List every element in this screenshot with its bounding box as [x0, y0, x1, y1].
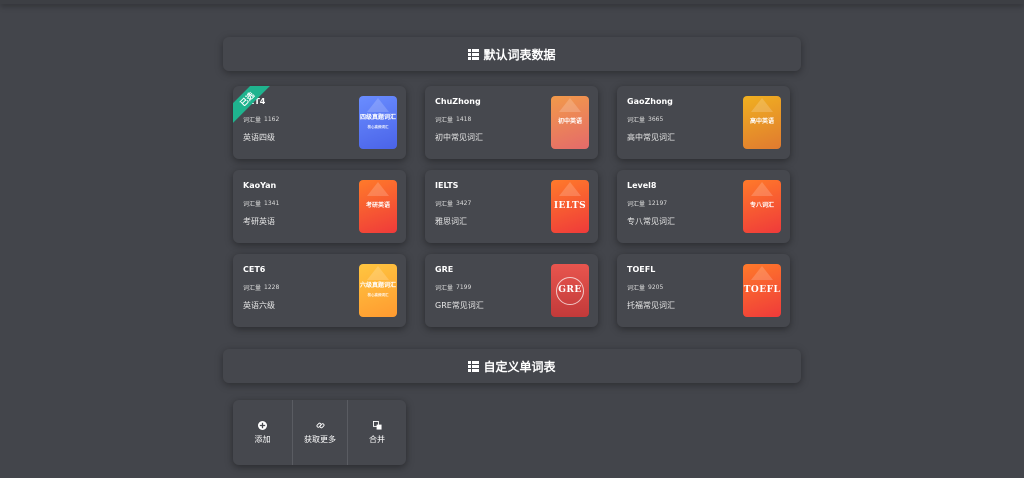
wordbook-count: 词汇量 1228 — [243, 283, 279, 292]
wordbook-cover: 四级真题词汇 核心高频词汇 — [359, 96, 397, 149]
merge-label: 合并 — [369, 434, 385, 444]
cover-ring: GRE — [556, 276, 584, 305]
count-value: 3427 — [456, 200, 472, 207]
cover-decoration — [751, 266, 773, 280]
cover-decoration — [559, 182, 581, 196]
cover-decoration — [751, 182, 773, 196]
wordbook-count: 词汇量 3665 — [627, 115, 663, 124]
wordbook-cover: 高中英语 — [743, 96, 781, 149]
merge-button[interactable]: 合并 — [347, 400, 406, 465]
wordbook-card-gaozhong[interactable]: GaoZhong 词汇量 3665 高中常见词汇 高中英语 — [617, 86, 790, 159]
cover-subtitle: 核心高频词汇 — [367, 124, 389, 129]
default-wordbooks-header: 默认词表数据 — [223, 37, 801, 71]
wordbook-cover: IELTS — [551, 180, 589, 233]
count-value: 1228 — [264, 284, 280, 291]
wordbook-description: 英语四级 — [243, 133, 275, 142]
wordbook-count: 词汇量 1341 — [243, 199, 279, 208]
count-value: 9205 — [648, 284, 664, 291]
wordbook-description: 高中常见词汇 — [627, 133, 675, 142]
wordbook-description: GRE常见词汇 — [435, 301, 484, 310]
cover-decoration — [367, 266, 389, 280]
count-label: 词汇量 — [435, 117, 454, 124]
cover-title: GRE — [558, 284, 582, 295]
wordbook-card-toefl[interactable]: TOEFL 词汇量 9205 托福常见词汇 TOEFL — [617, 254, 790, 327]
wordbook-name: KaoYan — [243, 181, 277, 190]
wordbook-name: GRE — [435, 265, 454, 274]
count-value: 3665 — [648, 116, 664, 123]
wordbook-card-kaoyan[interactable]: KaoYan 词汇量 1341 考研英语 考研英语 — [233, 170, 406, 243]
cover-title: 四级真题词汇 — [359, 114, 396, 122]
count-label: 词汇量 — [243, 201, 262, 208]
wordbook-card-level8[interactable]: Level8 词汇量 12197 专八常见词汇 专八词汇 — [617, 170, 790, 243]
wordbook-cover: TOEFL — [743, 264, 781, 317]
count-value: 1162 — [264, 116, 280, 123]
wordbook-count: 词汇量 1162 — [243, 115, 279, 124]
count-label: 词汇量 — [627, 117, 646, 124]
wordbook-description: 托福常见词汇 — [627, 301, 675, 310]
wordbook-description: 初中常见词汇 — [435, 133, 483, 142]
count-value: 1341 — [264, 200, 280, 207]
wordbook-name: Level8 — [627, 181, 657, 190]
get-more-label: 获取更多 — [304, 434, 336, 444]
wordbook-count: 词汇量 12197 — [627, 199, 667, 208]
cover-title: 考研英语 — [365, 202, 390, 210]
custom-actions-panel: 添加 获取更多 合并 — [233, 400, 406, 465]
cover-decoration — [559, 98, 581, 112]
grid-list-icon — [468, 360, 480, 372]
count-label: 词汇量 — [435, 201, 454, 208]
wordbook-name: TOEFL — [627, 265, 656, 274]
add-button[interactable]: 添加 — [233, 400, 292, 465]
wordbook-description: 雅思词汇 — [435, 217, 467, 226]
wordbook-cover: 六级真题词汇 核心高频词汇 — [359, 264, 397, 317]
cover-decoration — [367, 98, 389, 112]
link-icon — [316, 422, 324, 428]
wordbook-count: 词汇量 7199 — [435, 283, 471, 292]
count-value: 1418 — [456, 116, 472, 123]
wordbook-card-cet4[interactable]: CET4词汇量1162英语四级四级真题词汇核心高频词汇已选 — [233, 86, 406, 159]
count-label: 词汇量 — [627, 285, 646, 292]
wordbook-count: 词汇量 3427 — [435, 199, 471, 208]
wordbook-cover: 初中英语 — [551, 96, 589, 149]
count-value: 12197 — [648, 200, 668, 207]
merge-icon — [372, 420, 382, 430]
default-wordbooks-title: 默认词表数据 — [483, 47, 556, 62]
custom-wordbooks-title: 自定义单词表 — [483, 359, 556, 374]
count-label: 词汇量 — [627, 201, 646, 208]
count-label: 词汇量 — [435, 285, 454, 292]
cover-subtitle: 核心高频词汇 — [367, 292, 389, 297]
cover-title: 高中英语 — [749, 118, 774, 126]
grid-list-icon — [468, 48, 480, 60]
wordbook-card-cet6[interactable]: CET6 词汇量 1228 英语六级 六级真题词汇 核心高频词汇 — [233, 254, 406, 327]
cover-title: 六级真题词汇 — [359, 282, 396, 290]
plus-circle-icon — [258, 420, 267, 430]
top-bar — [0, 0, 1024, 4]
count-label: 词汇量 — [243, 285, 262, 292]
wordbook-card-ielts[interactable]: IELTS 词汇量 3427 雅思词汇 IELTS — [425, 170, 598, 243]
wordbook-name: CET6 — [243, 265, 266, 274]
wordbook-name: ChuZhong — [435, 97, 481, 106]
cover-title: 初中英语 — [557, 118, 582, 126]
wordbook-cover: 专八词汇 — [743, 180, 781, 233]
wordbook-name: IELTS — [435, 181, 459, 190]
wordbook-card-chuzhong[interactable]: ChuZhong 词汇量 1418 初中常见词汇 初中英语 — [425, 86, 598, 159]
wordbook-card-gre[interactable]: GRE 词汇量 7199 GRE常见词汇 GRE — [425, 254, 598, 327]
wordbook-description: 考研英语 — [243, 217, 275, 226]
count-label: 词汇量 — [243, 117, 262, 124]
cover-decoration — [751, 98, 773, 112]
wordbook-name: GaoZhong — [627, 97, 673, 106]
custom-wordbooks-header: 自定义单词表 — [223, 349, 801, 383]
wordbook-cover: 考研英语 — [359, 180, 397, 233]
cover-title: IELTS — [553, 200, 587, 211]
wordbook-cover: GRE — [551, 264, 589, 317]
wordbook-count: 词汇量 9205 — [627, 283, 663, 292]
wordbook-count: 词汇量 1418 — [435, 115, 471, 124]
add-label: 添加 — [254, 434, 271, 444]
cover-title: 专八词汇 — [749, 202, 774, 210]
cover-title: TOEFL — [743, 284, 781, 295]
cover-decoration — [367, 182, 389, 196]
count-value: 7199 — [456, 284, 472, 291]
wordbook-description: 英语六级 — [243, 301, 275, 310]
get-more-button[interactable]: 获取更多 — [292, 400, 347, 465]
wordbook-description: 专八常见词汇 — [627, 217, 675, 226]
